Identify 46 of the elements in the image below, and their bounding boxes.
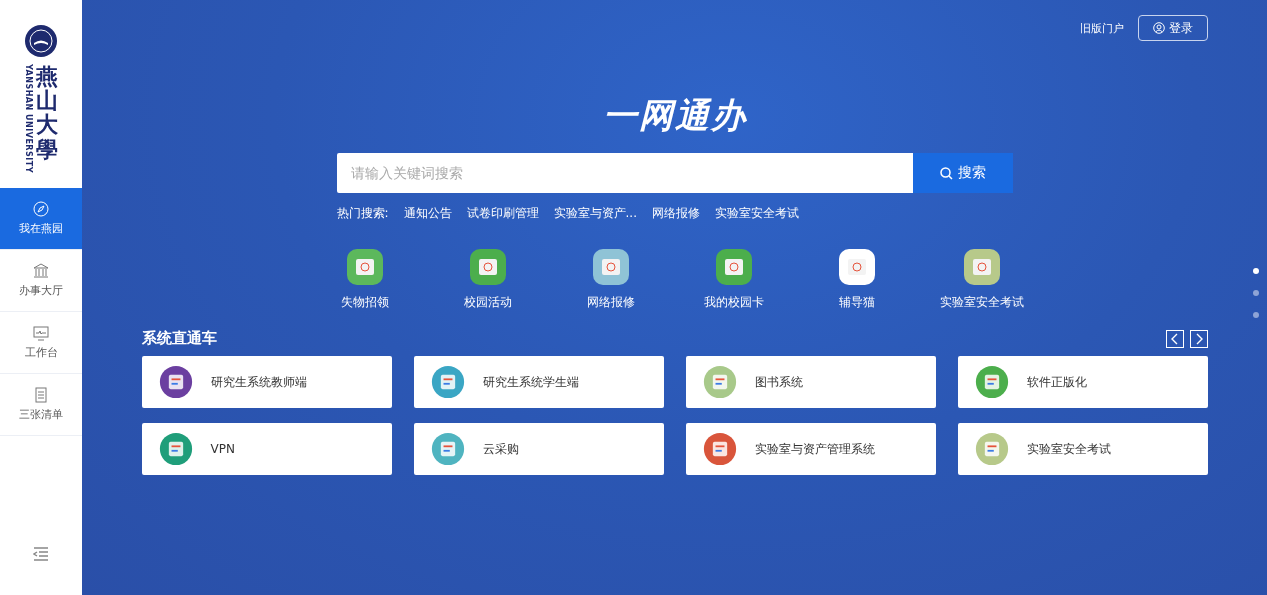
quick-link-label[interactable]: 辅导猫 bbox=[839, 294, 876, 311]
system-card[interactable]: 云采购 bbox=[413, 423, 664, 475]
university-seal-icon bbox=[24, 24, 58, 58]
document-icon bbox=[33, 387, 49, 403]
quick-link-label[interactable]: 校园活动 bbox=[463, 294, 512, 311]
app-tile-icon[interactable] bbox=[715, 248, 754, 286]
hot-search-link[interactable]: 实验室与资产... bbox=[553, 205, 637, 222]
system-card[interactable]: 软件正版化 bbox=[957, 356, 1208, 408]
system-card[interactable]: 图书系统 bbox=[685, 356, 936, 408]
monitor-icon bbox=[33, 325, 49, 341]
compass-icon bbox=[33, 201, 49, 217]
pager-dot[interactable] bbox=[1253, 268, 1259, 274]
quick-link-label[interactable]: 实验室安全考试 bbox=[940, 294, 1025, 311]
system-card[interactable]: 研究生系统教师端 bbox=[141, 356, 392, 408]
search-field[interactable]: 请输入关键词搜索 bbox=[336, 153, 913, 193]
hot-search-link[interactable]: 实验室安全考试 bbox=[715, 205, 799, 222]
quick-link-label[interactable]: 网络报修 bbox=[586, 294, 635, 311]
login-button[interactable]: 登录 bbox=[1138, 15, 1208, 41]
search-button[interactable]: 搜索 bbox=[912, 153, 1013, 193]
user-icon bbox=[1153, 22, 1165, 34]
app-tile-icon[interactable] bbox=[963, 248, 1002, 286]
hot-search-link[interactable]: 试卷印刷管理 bbox=[466, 205, 539, 222]
hot-search-label: 热门搜索: bbox=[336, 205, 389, 222]
hot-search-link[interactable]: 网络报修 bbox=[652, 205, 700, 222]
section-title: 系统直通车 bbox=[141, 329, 217, 348]
hot-search-link[interactable]: 通知公告 bbox=[403, 205, 452, 222]
quick-link-label[interactable]: 失物招领 bbox=[340, 294, 389, 311]
old-portal-link[interactable]: 旧版门户 bbox=[1080, 20, 1124, 36]
page-title: 一网通办 bbox=[602, 94, 747, 137]
sidebar-item[interactable]: 我在燕园 bbox=[0, 188, 82, 250]
building-icon bbox=[33, 263, 49, 279]
system-card[interactable]: VPN bbox=[141, 423, 392, 475]
app-tile-icon[interactable] bbox=[838, 248, 877, 286]
university-name: 燕山大學 bbox=[36, 64, 58, 161]
pager-dot[interactable] bbox=[1253, 290, 1259, 296]
quick-link-label[interactable]: 我的校园卡 bbox=[704, 294, 765, 311]
app-tile-icon[interactable] bbox=[345, 248, 384, 286]
app-tile-icon[interactable] bbox=[591, 248, 630, 286]
system-card[interactable]: 实验室与资产管理系统 bbox=[685, 423, 936, 475]
system-card[interactable]: 研究生系统学生端 bbox=[413, 356, 664, 408]
collapse-menu-icon[interactable] bbox=[33, 547, 49, 561]
pager-dot[interactable] bbox=[1253, 312, 1259, 318]
system-card[interactable]: 实验室安全考试 bbox=[957, 423, 1208, 475]
app-tile-icon[interactable] bbox=[468, 248, 507, 286]
university-name-english: YANSHAN UNIVERSITY bbox=[24, 64, 33, 173]
search-icon bbox=[939, 166, 953, 180]
